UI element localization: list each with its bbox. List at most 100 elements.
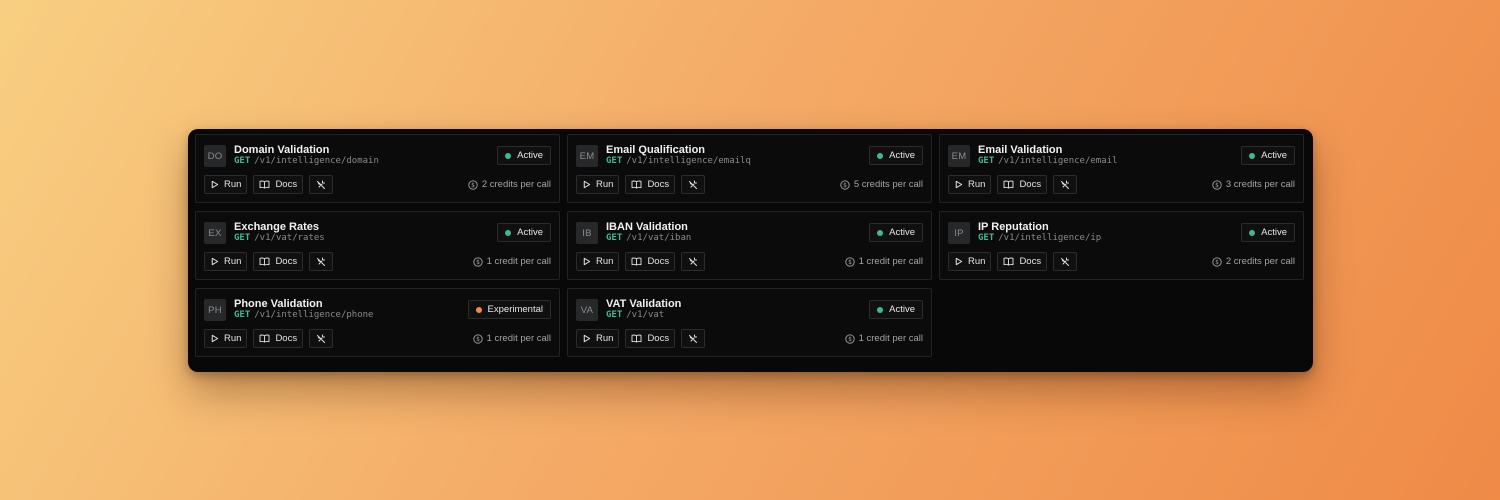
run-label: Run xyxy=(596,256,614,267)
credits-label: 1 credit per call xyxy=(486,333,551,344)
run-button[interactable]: Run xyxy=(204,175,248,194)
disable-button[interactable] xyxy=(309,252,334,271)
endpoint-card: VA VAT Validation GET/v1/vat Active Run … xyxy=(567,288,932,357)
docs-button[interactable]: Docs xyxy=(253,329,304,348)
wand-off-icon xyxy=(688,180,698,190)
endpoint-path: GET/v1/intelligence/phone xyxy=(234,310,373,320)
credits-info: $1 credit per call xyxy=(472,256,551,267)
http-method: GET xyxy=(606,233,623,243)
status-dot xyxy=(1249,229,1256,236)
run-button[interactable]: Run xyxy=(204,329,248,348)
docs-label: Docs xyxy=(275,333,298,344)
endpoint-avatar: IP xyxy=(948,222,970,244)
coin-icon: $ xyxy=(1212,179,1222,190)
endpoint-actions: Run Docs xyxy=(576,252,706,271)
docs-button[interactable]: Docs xyxy=(625,329,676,348)
run-button[interactable]: Run xyxy=(576,329,620,348)
endpoint-name: Email Validation xyxy=(978,144,1063,156)
http-method: GET xyxy=(978,233,995,243)
run-label: Run xyxy=(224,333,242,344)
svg-text:$: $ xyxy=(1215,182,1219,189)
credits-info: $2 credits per call xyxy=(1212,256,1295,267)
endpoint-actions: Run Docs xyxy=(948,175,1078,194)
endpoint-name: Email Qualification xyxy=(606,144,706,156)
endpoint-path: GET/v1/intelligence/emailq xyxy=(606,156,751,166)
wand-off-icon xyxy=(688,334,698,344)
status-label: Active xyxy=(889,150,915,161)
status-dot xyxy=(877,229,884,236)
run-label: Run xyxy=(224,179,242,190)
endpoint-url: /v1/vat xyxy=(626,310,665,320)
play-icon xyxy=(210,257,219,266)
disable-button[interactable] xyxy=(681,252,706,271)
docs-label: Docs xyxy=(275,256,298,267)
endpoint-url: /v1/intelligence/emailq xyxy=(626,156,751,166)
credits-label: 3 credits per call xyxy=(1225,179,1295,190)
book-open-icon xyxy=(259,334,270,343)
coin-icon: $ xyxy=(844,333,855,344)
endpoint-card: IP IP Reputation GET/v1/intelligence/ip … xyxy=(939,211,1304,280)
status-badge: Active xyxy=(497,223,551,242)
endpoints-panel: DO Domain Validation GET/v1/intelligence… xyxy=(188,129,1313,372)
status-label: Active xyxy=(517,150,543,161)
play-icon xyxy=(210,334,219,343)
play-icon xyxy=(954,257,963,266)
disable-button[interactable] xyxy=(309,329,334,348)
coin-icon: $ xyxy=(472,333,483,344)
status-label: Active xyxy=(889,304,915,315)
svg-text:$: $ xyxy=(843,182,847,189)
docs-button[interactable]: Docs xyxy=(253,175,304,194)
endpoint-name: Exchange Rates xyxy=(234,221,319,233)
endpoint-card: PH Phone Validation GET/v1/intelligence/… xyxy=(195,288,560,357)
status-dot xyxy=(475,306,482,313)
play-icon xyxy=(582,334,591,343)
book-open-icon xyxy=(631,180,642,189)
docs-button[interactable]: Docs xyxy=(997,175,1048,194)
endpoint-avatar: EX xyxy=(204,222,226,244)
status-dot xyxy=(505,229,512,236)
book-open-icon xyxy=(631,257,642,266)
status-label: Active xyxy=(1261,150,1287,161)
wand-off-icon xyxy=(1060,180,1070,190)
credits-label: 1 credit per call xyxy=(858,333,923,344)
docs-button[interactable]: Docs xyxy=(997,252,1048,271)
endpoint-path: GET/v1/intelligence/email xyxy=(978,156,1117,166)
docs-button[interactable]: Docs xyxy=(625,252,676,271)
run-button[interactable]: Run xyxy=(576,175,620,194)
docs-button[interactable]: Docs xyxy=(253,252,304,271)
run-button[interactable]: Run xyxy=(204,252,248,271)
wand-off-icon xyxy=(316,334,326,344)
disable-button[interactable] xyxy=(681,175,706,194)
endpoint-name: VAT Validation xyxy=(606,298,682,310)
run-label: Run xyxy=(596,333,614,344)
endpoint-card: DO Domain Validation GET/v1/intelligence… xyxy=(195,134,560,203)
docs-label: Docs xyxy=(1019,256,1042,267)
run-button[interactable]: Run xyxy=(948,252,992,271)
status-dot xyxy=(877,306,884,313)
endpoint-name: IP Reputation xyxy=(978,221,1049,233)
play-icon xyxy=(582,257,591,266)
run-button[interactable]: Run xyxy=(576,252,620,271)
book-open-icon xyxy=(631,334,642,343)
endpoint-actions: Run Docs xyxy=(576,329,706,348)
endpoint-actions: Run Docs xyxy=(204,252,334,271)
disable-button[interactable] xyxy=(1053,252,1078,271)
http-method: GET xyxy=(978,156,995,166)
endpoint-actions: Run Docs xyxy=(204,329,334,348)
run-button[interactable]: Run xyxy=(948,175,992,194)
endpoint-name: IBAN Validation xyxy=(606,221,688,233)
docs-button[interactable]: Docs xyxy=(625,175,676,194)
endpoint-avatar: EM xyxy=(576,145,598,167)
svg-text:$: $ xyxy=(471,182,475,189)
book-open-icon xyxy=(1003,180,1014,189)
coin-icon: $ xyxy=(844,256,855,267)
disable-button[interactable] xyxy=(309,175,334,194)
disable-button[interactable] xyxy=(1053,175,1078,194)
credits-info: $5 credits per call xyxy=(840,179,923,190)
endpoint-card: EX Exchange Rates GET/v1/vat/rates Activ… xyxy=(195,211,560,280)
endpoint-url: /v1/intelligence/email xyxy=(998,156,1118,166)
endpoint-card: EM Email Validation GET/v1/intelligence/… xyxy=(939,134,1304,203)
endpoint-url: /v1/intelligence/ip xyxy=(998,233,1102,243)
credits-info: $3 credits per call xyxy=(1212,179,1295,190)
disable-button[interactable] xyxy=(681,329,706,348)
